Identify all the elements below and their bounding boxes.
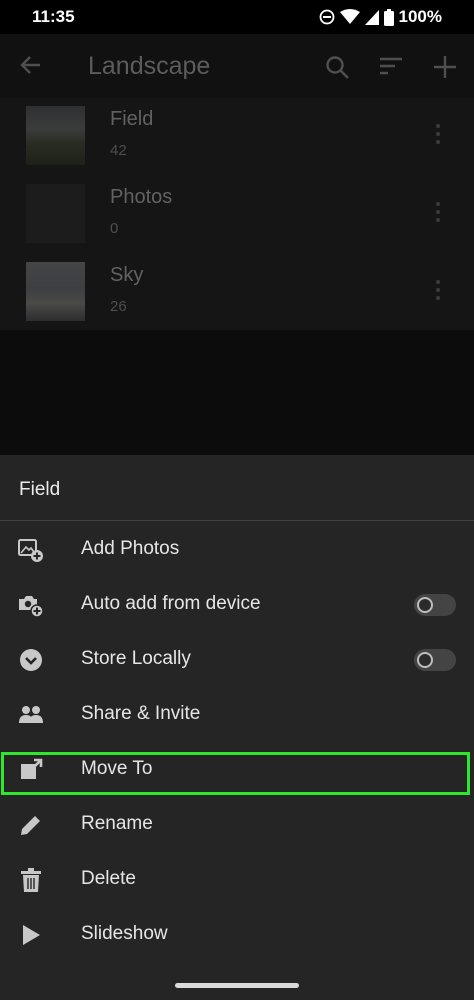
album-thumbnail: [26, 106, 85, 165]
menu-item-slideshow[interactable]: Slideshow: [0, 907, 474, 962]
menu-label: Store Locally: [81, 648, 191, 669]
album-thumbnail: [26, 184, 85, 243]
more-vert-icon[interactable]: [432, 280, 444, 304]
menu-item-rename[interactable]: Rename: [0, 797, 474, 852]
highlight-box: [1, 752, 470, 795]
auto-add-toggle[interactable]: [414, 594, 456, 616]
people-icon: [18, 702, 44, 728]
album-list: Field 42 Photos 0 Sky 26: [0, 98, 474, 330]
album-name: Photos: [110, 186, 173, 208]
more-vert-icon[interactable]: [432, 202, 444, 226]
album-row-sky[interactable]: Sky 26: [0, 254, 474, 332]
add-icon[interactable]: [432, 54, 458, 85]
album-name: Sky: [110, 264, 144, 286]
menu-item-auto-add[interactable]: Auto add from device: [0, 577, 474, 632]
divider: [0, 520, 474, 521]
camera-add-icon: [18, 592, 44, 618]
cell-signal-icon: [364, 9, 379, 25]
status-bar: 11:35 100%: [0, 0, 474, 34]
do-not-disturb-icon: [319, 9, 334, 25]
app-bar: Landscape: [0, 34, 474, 98]
menu-item-delete[interactable]: Delete: [0, 852, 474, 907]
menu-item-share-invite[interactable]: Share & Invite: [0, 687, 474, 742]
battery-percent: 100%: [398, 7, 442, 26]
menu-label: Add Photos: [81, 538, 180, 559]
play-icon: [18, 922, 44, 948]
back-arrow-icon[interactable]: [18, 52, 44, 83]
album-count: 42: [110, 142, 127, 159]
sheet-title: Field: [19, 479, 61, 500]
wifi-icon: [339, 9, 360, 24]
album-count: 26: [110, 298, 127, 315]
add-photo-icon: [18, 537, 44, 563]
album-name: Field: [110, 108, 154, 130]
search-icon[interactable]: [324, 54, 350, 85]
trash-icon: [18, 867, 44, 893]
menu-item-store-locally[interactable]: Store Locally: [0, 632, 474, 687]
album-count: 0: [110, 220, 119, 237]
status-icons: 100%: [319, 7, 442, 27]
menu-label: Rename: [81, 813, 153, 834]
album-row-field[interactable]: Field 42: [0, 98, 474, 176]
menu-label: Auto add from device: [81, 593, 261, 614]
pencil-icon: [18, 812, 44, 838]
menu-label: Share & Invite: [81, 703, 201, 724]
sort-icon[interactable]: [378, 54, 404, 85]
album-thumbnail: [26, 262, 85, 321]
page-title: Landscape: [88, 52, 211, 80]
menu-label: Delete: [81, 868, 136, 889]
store-locally-toggle[interactable]: [414, 649, 456, 671]
status-time: 11:35: [32, 7, 75, 26]
bottom-sheet: Field Add Photos Auto add from device St…: [0, 455, 474, 1000]
menu-label: Slideshow: [81, 923, 168, 944]
more-vert-icon[interactable]: [432, 124, 444, 148]
menu-item-add-photos[interactable]: Add Photos: [0, 522, 474, 577]
download-circle-icon: [18, 647, 44, 673]
gesture-nav-bar[interactable]: [175, 983, 299, 988]
album-row-photos[interactable]: Photos 0: [0, 176, 474, 254]
battery-icon: [383, 8, 394, 26]
